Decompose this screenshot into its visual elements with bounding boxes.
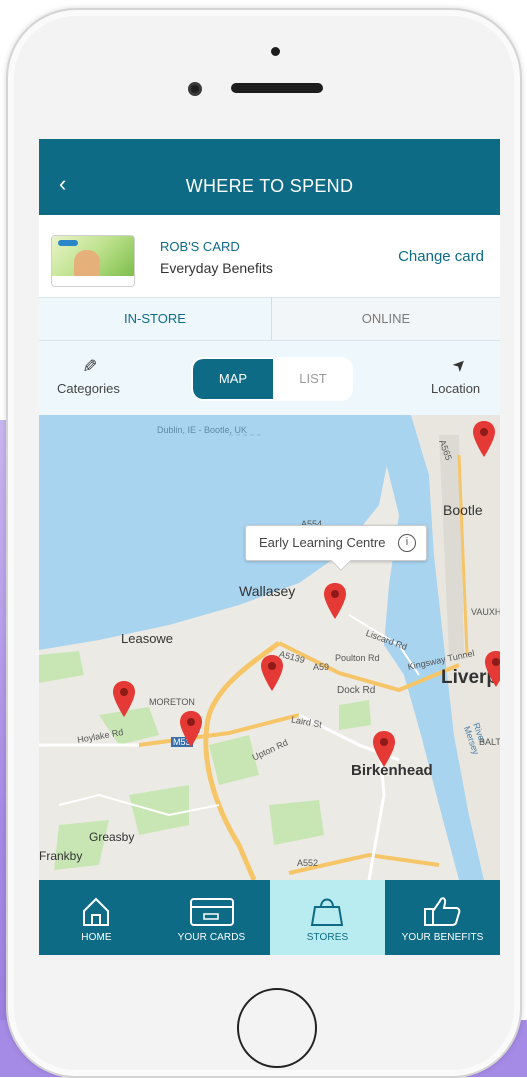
nav-home[interactable]: HOME	[39, 880, 154, 955]
store-type-tabs: IN-STORE ONLINE	[39, 297, 500, 341]
map-label-poulton-rd: Poulton Rd	[335, 653, 380, 663]
map-label-leasowe: Leasowe	[121, 631, 174, 646]
location-button[interactable]: Location	[431, 381, 480, 396]
nav-your-cards-label: YOUR CARDS	[177, 932, 246, 943]
shopping-bag-icon	[310, 898, 344, 926]
home-hardware-button[interactable]	[237, 988, 317, 1068]
card-icon	[190, 898, 234, 926]
info-icon[interactable]: i	[398, 534, 416, 552]
list-view-button[interactable]: LIST	[273, 359, 351, 399]
front-camera	[188, 82, 202, 96]
change-card-link[interactable]: Change card	[398, 248, 484, 265]
map-view-button[interactable]: MAP	[193, 359, 273, 399]
categories-button[interactable]: Categories	[57, 381, 120, 396]
map-label-greasby: Greasby	[89, 830, 135, 844]
map-label-wallasey: Wallasey	[239, 583, 296, 599]
view-toggle: MAP LIST	[191, 357, 353, 401]
nav-your-benefits[interactable]: YOUR BENEFITS	[385, 880, 500, 955]
map-label-frankby: Frankby	[39, 849, 83, 863]
map-label-moreton: MORETON	[149, 697, 195, 707]
card-thumbnail	[51, 235, 135, 287]
map-label-baltic: BALT	[479, 737, 500, 747]
store-pin-icon[interactable]	[473, 421, 495, 457]
map-label-dublin: Dublin, IE - Bootle, UK	[157, 425, 248, 435]
home-icon	[83, 897, 109, 926]
card-name: ROB'S CARD	[160, 239, 240, 254]
store-pin-icon[interactable]	[261, 655, 283, 691]
callout-store-name: Early Learning Centre	[259, 535, 386, 550]
store-map[interactable]: Dublin, IE - Bootle, UK Bootle Wallasey …	[39, 415, 500, 880]
page-title: WHERE TO SPEND	[185, 176, 354, 196]
nav-stores[interactable]: STORES	[270, 880, 385, 955]
store-pin-icon[interactable]	[373, 731, 395, 767]
map-toolbar: ✎ Categories MAP LIST ➤ Location	[39, 341, 500, 415]
store-pin-icon[interactable]	[180, 711, 202, 747]
sensor-dot	[271, 47, 280, 56]
map-label-vauxhall: VAUXH	[471, 607, 500, 617]
nav-your-cards[interactable]: YOUR CARDS	[154, 880, 269, 955]
bottom-nav: HOME YOUR CARDS STORES YOUR BENEFITS	[39, 880, 500, 955]
nav-home-label: HOME	[81, 932, 112, 943]
map-label-a59: A59	[313, 662, 330, 672]
earpiece-speaker	[231, 83, 323, 93]
store-pin-icon[interactable]	[485, 651, 500, 687]
nav-your-benefits-label: YOUR BENEFITS	[401, 932, 484, 943]
app-screen: ‹ WHERE TO SPEND ROB'S CARD Everyday Ben…	[39, 139, 500, 955]
tab-in-store[interactable]: IN-STORE	[39, 298, 271, 340]
store-callout[interactable]: Early Learning Centre i	[245, 525, 427, 571]
map-canvas	[39, 415, 500, 880]
location-arrow-icon[interactable]: ➤	[448, 353, 472, 377]
card-subtitle: Everyday Benefits	[160, 260, 273, 276]
pencil-icon[interactable]: ✎	[78, 358, 99, 373]
thumbs-up-icon	[424, 897, 461, 926]
store-pin-icon[interactable]	[324, 583, 346, 619]
map-label-dock-rd: Dock Rd	[337, 685, 376, 696]
store-pin-icon[interactable]	[113, 681, 135, 717]
tab-online[interactable]: ONLINE	[271, 298, 500, 340]
header-bar: ‹ WHERE TO SPEND	[39, 139, 500, 215]
nav-stores-label: STORES	[306, 932, 349, 943]
map-label-bootle: Bootle	[443, 502, 483, 518]
map-label-a552: A552	[297, 858, 319, 868]
